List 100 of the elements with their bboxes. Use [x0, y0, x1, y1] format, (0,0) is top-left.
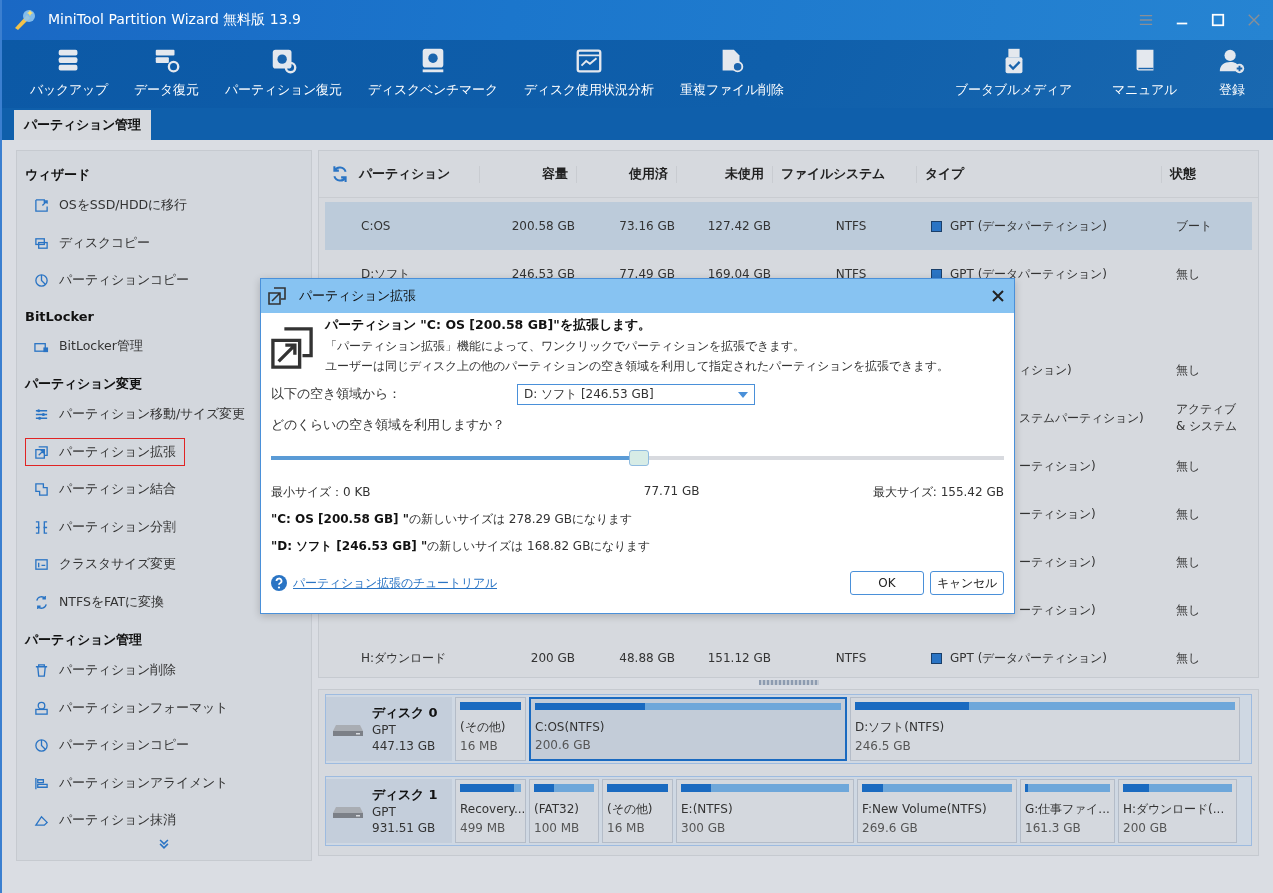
- toolbar-button[interactable]: ディスク使用状況分析: [514, 40, 664, 108]
- table-cell-text: 48.88 GB: [618, 651, 676, 665]
- partition-size: 100 MB: [534, 819, 581, 837]
- table-cell-text: C:OS: [361, 219, 392, 233]
- splitter-handle[interactable]: [758, 680, 819, 685]
- column-header[interactable]: 使用済: [577, 165, 677, 183]
- partition-block[interactable]: (その他) 16 MB: [455, 697, 526, 761]
- column-header[interactable]: パーティション: [355, 165, 480, 183]
- section-heading: BitLocker: [25, 308, 95, 327]
- sidebar-item[interactable]: パーティション削除: [25, 656, 185, 685]
- table-row[interactable]: C:OS 200.58 GB 73.16 GB 127.42 GB NTFS GPT (データパーティション) ブート: [325, 202, 1252, 250]
- sidebar-item[interactable]: NTFSをFATに変換: [25, 588, 174, 616]
- slider-thumb[interactable]: [628, 450, 649, 466]
- table-cell: ステムパーティション): [1019, 409, 1144, 427]
- table-cell-text: 151.12 GB: [706, 651, 772, 665]
- toolbar-button[interactable]: データ復元: [124, 40, 209, 108]
- toolbar-button[interactable]: ディスクベンチマーク: [358, 40, 508, 108]
- sidebar-item[interactable]: クラスタサイズ変更: [25, 550, 185, 579]
- partition-size: 200.6 GB: [535, 737, 592, 755]
- partition-label: (FAT32): [534, 801, 581, 818]
- sidebar-item[interactable]: パーティション結合: [25, 475, 185, 504]
- sidebar-item[interactable]: パーティションコピー: [25, 266, 198, 295]
- source-dropdown[interactable]: D: ソフト [246.53 GB]: [517, 384, 755, 405]
- sidebar-item[interactable]: パーティションアライメント: [25, 769, 237, 797]
- dialog-title: パーティション拡張: [299, 287, 416, 305]
- toolbar-button[interactable]: バックアップ: [20, 40, 118, 108]
- tab[interactable]: パーティション管理: [14, 110, 151, 140]
- table-cell-text: 無し: [1175, 361, 1201, 379]
- app-logo-icon: [12, 8, 36, 32]
- toolbar-button[interactable]: パーティション復元: [215, 40, 352, 108]
- sidebar-item[interactable]: パーティションコピー: [25, 731, 198, 760]
- window-title: MiniTool Partition Wizard 無料版 13.9: [48, 11, 301, 29]
- sidebar-item[interactable]: OSをSSD/HDDに移行: [25, 192, 197, 220]
- partition-block[interactable]: Recovery... 499 MB: [455, 779, 526, 843]
- table-cell-text: 246.53 GB: [510, 267, 576, 281]
- dialog-button[interactable]: キャンセル: [930, 571, 1004, 595]
- dialog-button[interactable]: OK: [850, 571, 924, 595]
- sliders-icon: [34, 407, 49, 423]
- sidebar-item[interactable]: パーティション抹消: [25, 806, 185, 835]
- table-cell-text: ブート: [1175, 217, 1213, 235]
- table-cell-text: 無し: [1175, 601, 1201, 619]
- help-icon[interactable]: [271, 575, 287, 591]
- partition-label: (その他): [607, 801, 654, 818]
- sidebar-item[interactable]: パーティション分割: [25, 513, 185, 541]
- table-cell: ーティション): [1019, 457, 1096, 475]
- disk-size: 931.51 GB: [372, 819, 437, 836]
- disk-style: GPT: [372, 721, 397, 738]
- partition-block[interactable]: E:(NTFS) 300 GB: [676, 779, 854, 843]
- toolbar-button[interactable]: ブータブルメディア: [945, 40, 1082, 108]
- maximize-icon[interactable]: [1211, 13, 1225, 27]
- toolbar-button[interactable]: 登録: [1207, 40, 1257, 108]
- disk-copy-icon: [34, 235, 49, 251]
- column-header[interactable]: 容量: [480, 165, 577, 183]
- sidebar-item[interactable]: BitLocker管理: [25, 332, 152, 360]
- table-cell-text: NTFS: [834, 267, 868, 281]
- refresh-icon[interactable]: [331, 165, 349, 183]
- expand-more-icon[interactable]: [158, 838, 170, 851]
- toolbar-button[interactable]: マニュアル: [1102, 40, 1187, 108]
- caret-icon: [738, 391, 748, 398]
- close-icon[interactable]: [992, 290, 1004, 302]
- table-row[interactable]: H:ダウンロード 200 GB 48.88 GB 151.12 GB NTFS GPT (データパーティション) 無し: [325, 634, 1252, 677]
- partition-label: H:ダウンロード(...: [1123, 801, 1226, 818]
- partition-block[interactable]: H:ダウンロード(... 200 GB: [1118, 779, 1237, 843]
- table-cell-text: 73.16 GB: [618, 219, 676, 233]
- tutorial-link[interactable]: パーティション拡張のチュートリアル: [293, 574, 497, 592]
- table-cell: ーティション): [1019, 505, 1096, 523]
- partition-block[interactable]: D:ソフト(NTFS) 246.5 GB: [850, 697, 1240, 761]
- table-cell-text: 無し: [1175, 553, 1201, 571]
- partition-block[interactable]: G:仕事ファイ... 161.3 GB: [1020, 779, 1115, 843]
- column-header[interactable]: ファイルシステム: [773, 165, 917, 183]
- partition-size: 246.5 GB: [855, 737, 912, 755]
- table-cell: GPT (データパーティション): [950, 217, 1108, 235]
- table-cell: GPT (データパーティション): [950, 649, 1108, 667]
- partition-label: (その他): [460, 719, 507, 736]
- section-heading: パーティション変更: [25, 374, 142, 393]
- disk-size: 447.13 GB: [372, 737, 437, 754]
- disk-style: GPT: [372, 803, 397, 820]
- table-cell-text: 127.42 GB: [706, 219, 772, 233]
- min-size-text: 最小サイズ：0 KB: [271, 484, 371, 501]
- sidebar-item[interactable]: ディスクコピー: [25, 229, 159, 257]
- table-cell-text: 無し: [1175, 457, 1201, 475]
- max-size-text: 最大サイズ: 155.42 GB: [872, 484, 1004, 501]
- dialog-heading: パーティション "C: OS [200.58 GB]"を拡張します。: [325, 317, 652, 334]
- partition-block[interactable]: C:OS(NTFS) 200.6 GB: [529, 697, 847, 761]
- table-cell: ーティション): [1019, 601, 1096, 619]
- sidebar-item[interactable]: パーティション移動/サイズ変更: [25, 400, 255, 429]
- partition-label: E:(NTFS): [681, 801, 734, 818]
- column-header[interactable]: 状態: [1162, 165, 1258, 183]
- toolbar-button[interactable]: 重複ファイル削除: [670, 40, 794, 108]
- partition-label: G:仕事ファイ...: [1025, 801, 1110, 818]
- table-cell-text: 無し: [1175, 505, 1201, 523]
- sidebar-item[interactable]: パーティション拡張: [25, 438, 185, 466]
- partition-block[interactable]: F:New Volume(NTFS) 269.6 GB: [857, 779, 1017, 843]
- sidebar-item[interactable]: パーティションフォーマット: [25, 694, 237, 722]
- size-slider[interactable]: [271, 450, 1004, 466]
- partition-block[interactable]: (FAT32) 100 MB: [529, 779, 599, 843]
- column-header[interactable]: 未使用: [677, 165, 773, 183]
- description-text: 「パーティション拡張」機能によって、ワンクリックでパーティションを拡張できます。: [325, 339, 806, 354]
- partition-block[interactable]: (その他) 16 MB: [602, 779, 673, 843]
- column-header[interactable]: タイプ: [917, 165, 1162, 183]
